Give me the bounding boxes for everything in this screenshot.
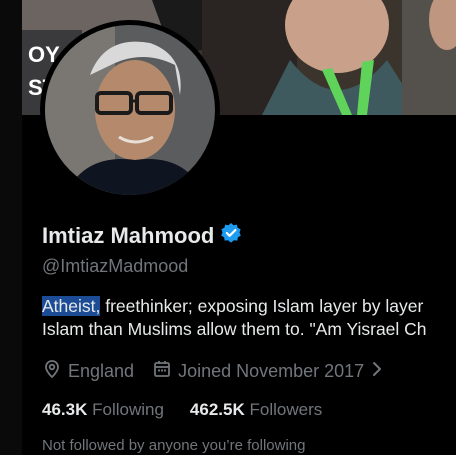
calendar-icon [152, 359, 172, 384]
follow-stats: 46.3K Following 462.5K Followers [42, 400, 322, 420]
bio-line-2: Islam than Muslims allow them to. "Am Yi… [42, 319, 427, 339]
joined-text: Joined November 2017 [178, 361, 365, 381]
not-followed-note: Not followed by anyone you’re following [42, 437, 306, 454]
bio-line-1: freethinker; exposing Islam layer by lay… [100, 296, 424, 316]
following-count: 46.3K [42, 400, 88, 419]
verified-badge-icon[interactable] [220, 222, 242, 249]
following-label: Following [92, 400, 164, 419]
followers-link[interactable]: 462.5K Followers [190, 400, 322, 420]
followers-label: Followers [249, 400, 323, 419]
display-name: Imtiaz Mahmood [42, 222, 215, 248]
location: England [42, 359, 134, 384]
chevron-right-icon [370, 359, 384, 384]
followers-count: 462.5K [189, 400, 245, 419]
location-pin-icon [42, 359, 62, 384]
joined-date[interactable]: Joined November 2017 [152, 359, 384, 384]
bio: Atheist, freethinker; exposing Islam lay… [42, 295, 427, 341]
left-panel-edge [0, 0, 22, 455]
bio-selected-text[interactable]: Atheist, [42, 296, 101, 316]
profile-meta: England Joined November 2017 [42, 359, 384, 384]
avatar[interactable] [45, 25, 215, 195]
following-link[interactable]: 46.3K Following [42, 400, 164, 420]
name-row: Imtiaz Mahmood [42, 222, 242, 249]
location-text: England [68, 361, 135, 381]
user-handle: @ImtiazMadmood [42, 256, 189, 276]
